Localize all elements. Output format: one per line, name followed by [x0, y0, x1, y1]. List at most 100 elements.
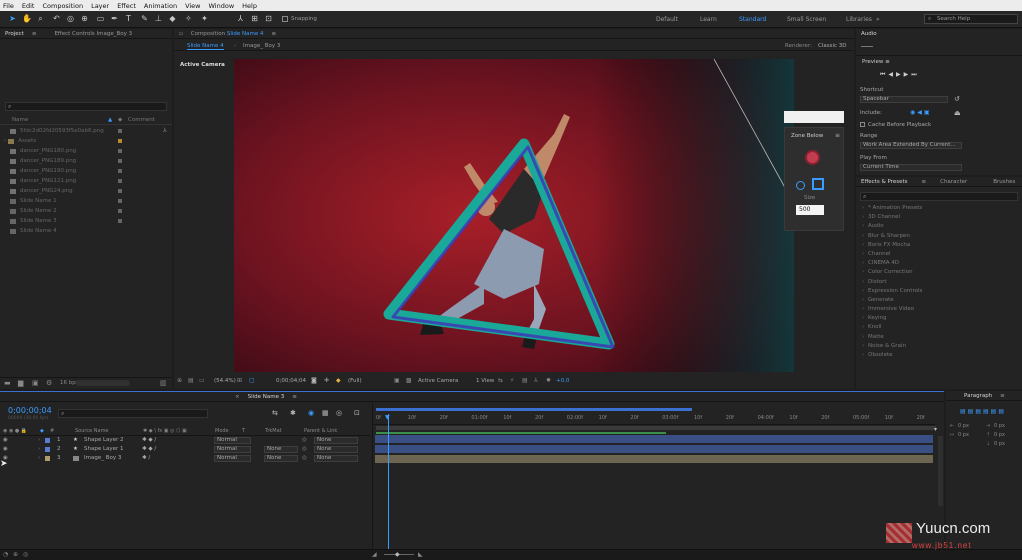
grid-icon[interactable]: ⊞: [237, 377, 242, 384]
tab-effect-controls[interactable]: Effect Controls Image_Boy 3: [54, 31, 132, 37]
chevron-right-icon[interactable]: ›: [4, 138, 6, 144]
tab-project[interactable]: Project: [5, 31, 24, 37]
size-input[interactable]: 500: [796, 205, 824, 215]
interpret-footage-icon[interactable]: ▬: [4, 379, 11, 387]
list-item[interactable]: dancer_PNG121.png: [0, 176, 172, 186]
list-item[interactable]: Generate: [856, 297, 1022, 306]
rectangle-tool-icon[interactable]: ▭: [96, 14, 105, 24]
time-ruler[interactable]: 0f 10f 20f 01:00f 10f 20f 02:00f 10f 20f 03:00f 10…: [373, 413, 935, 425]
layer-bar-image-boy-3[interactable]: [375, 455, 933, 463]
timeline-icon[interactable]: ▤: [522, 377, 528, 384]
list-item[interactable]: Distort: [856, 279, 1022, 288]
record-color-icon[interactable]: [805, 150, 820, 165]
search-help-input[interactable]: ⌕ Search Help: [924, 14, 1018, 24]
list-item[interactable]: Blur & Sharpen: [856, 233, 1022, 242]
workspace-learn[interactable]: Learn: [700, 16, 717, 23]
menu-icon[interactable]: ≡: [885, 59, 890, 65]
menu-edit[interactable]: Edit: [22, 2, 35, 10]
pick-whip-icon[interactable]: ◎: [302, 455, 307, 461]
rotate-tool-icon[interactable]: ↶: [52, 14, 61, 24]
zoom-in-icon[interactable]: ◣: [418, 551, 423, 558]
layer-switches[interactable]: ✱ /: [142, 455, 150, 461]
layer-name[interactable]: Image_ Boy 3: [84, 455, 121, 461]
snapshot-icon[interactable]: ▤: [188, 377, 194, 384]
new-folder-icon[interactable]: ▆: [18, 379, 23, 387]
av-switch-icons[interactable]: ◉ ◉ ● 🔒: [3, 428, 27, 434]
workspace-default[interactable]: Default: [656, 16, 678, 23]
table-row[interactable]: ◉ › 3 Image_ Boy 3 ✱ / Normal None ◎ Non…: [0, 454, 370, 463]
zoom-level-select[interactable]: (54.4%): [214, 378, 236, 384]
lock-icon[interactable]: ▫: [179, 31, 183, 37]
col-comment[interactable]: Comment: [128, 117, 155, 123]
layer-label-color[interactable]: [45, 456, 50, 461]
zoom-slider-handle[interactable]: ◆: [395, 551, 400, 558]
pixel-aspect-icon[interactable]: ⇆: [498, 377, 503, 384]
tab-composition[interactable]: Composition Slide Name 4: [191, 31, 264, 37]
composition-viewer[interactable]: [234, 58, 795, 372]
list-item[interactable]: 5fdc2d02fd20593f5e0ab6.png: [0, 126, 172, 136]
renderer-value[interactable]: Classic 3D: [818, 43, 847, 49]
indent-right-value[interactable]: 0 px: [994, 423, 1005, 429]
timeline-tracks[interactable]: 0f 10f 20f 01:00f 10f 20f 02:00f 10f 20f 03:00f 10…: [372, 403, 944, 549]
subtab-image-boy-3[interactable]: Image_ Boy 3: [243, 43, 280, 49]
reset-icon[interactable]: ↺: [954, 95, 960, 103]
layer-mode-select[interactable]: Normal: [214, 455, 251, 462]
chevron-right-icon[interactable]: ›: [38, 455, 40, 461]
pen-tool-icon[interactable]: ✒: [110, 14, 119, 24]
table-row[interactable]: ◉ › 2 ★ Shape Layer 1 ✱ ◆ / Normal None …: [0, 445, 370, 454]
tab-character[interactable]: Character: [940, 179, 967, 185]
square-shape-icon[interactable]: [812, 178, 824, 190]
pick-whip-icon[interactable]: ◎: [302, 446, 307, 452]
flowchart-icon[interactable]: ⅄: [163, 127, 167, 134]
menu-view[interactable]: View: [185, 2, 200, 10]
timeline-vertical-scrollbar[interactable]: [938, 436, 943, 506]
eye-icon[interactable]: ◉: [3, 437, 8, 443]
frame-blending-icon[interactable]: ▦: [322, 409, 329, 417]
space-before-value[interactable]: 0 px: [994, 432, 1005, 438]
hand-tool-icon[interactable]: ✋: [22, 14, 32, 24]
sort-icon[interactable]: ▲: [108, 117, 112, 123]
col-source-name[interactable]: Source Name: [75, 428, 109, 434]
menu-icon[interactable]: ≡: [32, 31, 37, 37]
layer-trkmat-select[interactable]: None: [264, 446, 298, 453]
motion-blur-icon[interactable]: ◎: [336, 409, 342, 417]
transparency-grid-icon[interactable]: ▩: [406, 377, 412, 384]
menu-layer[interactable]: Layer: [91, 2, 109, 10]
timeline-timecode[interactable]: 0;00;00;04: [8, 406, 52, 415]
list-item[interactable]: Obsolete: [856, 352, 1022, 361]
workspace-small-screen[interactable]: Small Screen: [787, 16, 826, 23]
type-tool-icon[interactable]: T: [124, 14, 133, 24]
list-item[interactable]: dancer_PNG24.png: [0, 186, 172, 196]
first-line-indent-value[interactable]: 0 px: [958, 432, 969, 438]
layer-trkmat-select[interactable]: None: [264, 455, 298, 462]
puppet-tool-icon[interactable]: ✦: [200, 14, 209, 24]
project-search-input[interactable]: ⌕: [5, 102, 167, 111]
include-toggle-icons[interactable]: ◉◀▣: [910, 109, 932, 116]
camera-snapshot-icon[interactable]: ◙: [311, 377, 317, 384]
preview-icon[interactable]: ⊕: [177, 377, 182, 384]
indent-left-value[interactable]: 0 px: [958, 423, 969, 429]
list-item[interactable]: * Animation Presets: [856, 205, 1022, 214]
play-from-select[interactable]: Current Time: [860, 164, 962, 171]
zoom-out-icon[interactable]: ◢: [372, 551, 377, 558]
table-row[interactable]: ◉ › 1 ★ Shape Layer 2 ✱ ◆ / Normal ◎ Non…: [0, 436, 370, 445]
mask-icon[interactable]: ▭: [199, 377, 205, 384]
layer-parent-select[interactable]: None: [314, 446, 358, 453]
list-item[interactable]: dancer_PNG189.png: [0, 156, 172, 166]
layer-name[interactable]: Shape Layer 1: [84, 446, 124, 452]
chevron-right-icon[interactable]: ›: [38, 446, 40, 452]
new-composition-icon[interactable]: ▣: [32, 379, 39, 387]
show-snapshot-icon[interactable]: ✚: [324, 377, 329, 384]
menu-icon[interactable]: ≡: [272, 31, 277, 37]
settings-icon[interactable]: ⚙: [46, 379, 52, 387]
list-item[interactable]: CINEMA 4D: [856, 260, 1022, 269]
alignment-icons[interactable]: ▤▤▤▤▤▤: [960, 408, 1006, 415]
list-item[interactable]: Slide Name 2: [0, 206, 172, 216]
shortcut-select[interactable]: Spacebar: [860, 96, 948, 103]
clone-tool-icon[interactable]: ⊥: [154, 14, 163, 24]
tab-effects-presets[interactable]: Effects & Presets: [861, 179, 908, 185]
eraser-tool-icon[interactable]: ◆: [168, 14, 177, 24]
list-item[interactable]: dancer_PNG180.png: [0, 146, 172, 156]
menu-animation[interactable]: Animation: [144, 2, 177, 10]
list-item[interactable]: Expression Controls: [856, 288, 1022, 297]
